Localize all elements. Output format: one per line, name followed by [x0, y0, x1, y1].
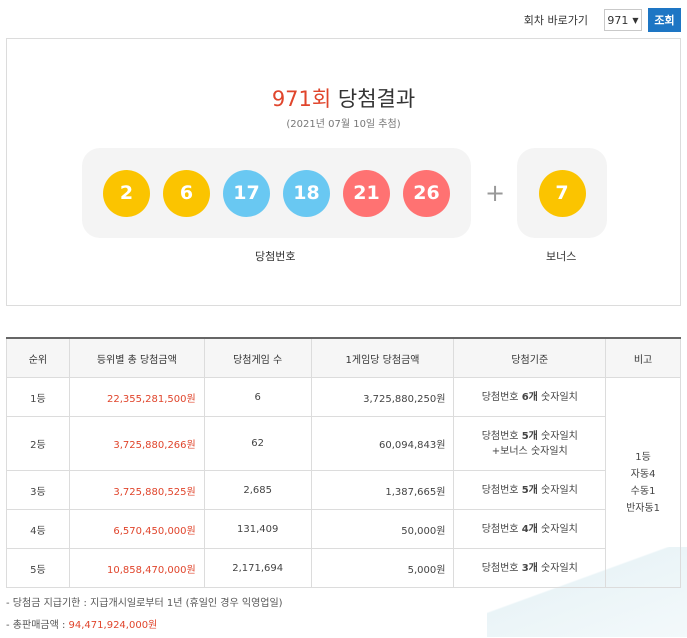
- table-row: 2등 3,725,880,266원 62 60,094,843원 당첨번호 5개…: [6, 416, 681, 471]
- rank-cell: 5등: [6, 548, 70, 588]
- criteria-cell: 당첨번호 5개 숫자일치 +보너스 숫자일치: [453, 416, 607, 471]
- winner-count-cell: 6: [203, 377, 312, 417]
- table-row: 3등 3,725,880,525원 2,685 1,387,665원 당첨번호 …: [6, 470, 681, 510]
- winning-numbers-label: 당첨번호: [255, 250, 296, 263]
- note-line: 자동4: [630, 468, 656, 480]
- total-prize-cell: 10,858,470,000원: [68, 548, 205, 588]
- rank-cell: 1등: [6, 377, 70, 417]
- criteria-cell: 당첨번호 6개 숫자일치: [453, 377, 607, 417]
- search-button[interactable]: 조회: [648, 8, 681, 32]
- round-select[interactable]: 971 ▼: [604, 9, 642, 31]
- total-prize-cell: 3,725,880,525원: [68, 470, 205, 510]
- header-note: 비고: [605, 337, 681, 378]
- total-prize-cell: 22,355,281,500원: [68, 377, 205, 417]
- header-winner-count: 당첨게임 수: [203, 337, 312, 378]
- result-title-text: 당첨결과: [331, 87, 416, 111]
- total-sales-value: 94,471,924,000원: [68, 620, 158, 631]
- criteria-count: 5개: [521, 484, 538, 496]
- winner-count-cell: 131,409: [203, 509, 312, 549]
- result-panel: 971회 당첨결과 (2021년 07월 10일 추첨) 2 6 17 18 2…: [6, 38, 681, 306]
- winner-count-cell: 2,171,694: [203, 548, 312, 588]
- note-item: - 총판매금액 : 94,471,924,000원: [6, 620, 158, 631]
- table-row: 4등 6,570,450,000원 131,409 50,000원 당첨번호 4…: [6, 509, 681, 549]
- bonus-label: 보너스: [546, 250, 577, 263]
- payout-deadline-text: 당첨금 지급기한 : 지급개시일로부터 1년 (휴일인 경우 익영업일): [12, 598, 283, 609]
- header-total-prize: 등위별 총 당첨금액: [68, 337, 205, 378]
- criteria-text: 당첨번호: [481, 391, 522, 403]
- winner-count-cell: 62: [203, 416, 312, 471]
- criteria-text: 숫자일치: [537, 562, 578, 574]
- total-prize-cell: 3,725,880,266원: [68, 416, 205, 471]
- criteria-text: 당첨번호: [481, 562, 522, 574]
- prize-per-game-cell: 60,094,843원: [310, 416, 455, 471]
- criteria-count: 4개: [521, 523, 538, 535]
- header-rank: 순위: [6, 337, 70, 378]
- criteria-text: 숫자일치: [537, 391, 578, 403]
- criteria-text: 숫자일치: [537, 523, 578, 535]
- header-criteria: 당첨기준: [453, 337, 607, 378]
- note-line: 반자동1: [626, 502, 661, 514]
- criteria-text: 숫자일치: [537, 430, 578, 442]
- round-number: 971회: [271, 87, 332, 111]
- criteria-text: 당첨번호: [481, 523, 522, 535]
- table-row: 1등 22,355,281,500원 6 3,725,880,250원 당첨번호…: [6, 377, 681, 588]
- prize-per-game-cell: 1,387,665원: [310, 470, 455, 510]
- criteria-cell: 당첨번호 5개 숫자일치: [453, 470, 607, 510]
- number-ball: 26: [403, 169, 450, 217]
- draw-date: (2021년 07월 10일 추첨): [286, 119, 401, 130]
- footer-notes: - 당첨금 지급기한 : 지급개시일로부터 1년 (휴일인 경우 익영업일) -…: [6, 594, 283, 638]
- winning-numbers: 2 6 17 18 21 26: [82, 148, 471, 238]
- number-ball: 21: [343, 169, 390, 217]
- criteria-count: 3개: [521, 562, 538, 574]
- criteria-text: 숫자일치: [537, 484, 578, 496]
- prize-per-game-cell: 5,000원: [310, 548, 455, 588]
- note-item: - 당첨금 지급기한 : 지급개시일로부터 1년 (휴일인 경우 익영업일): [6, 598, 283, 609]
- caret-down-icon: ▼: [632, 15, 639, 25]
- header-prize-per-game: 1게임당 당첨금액: [310, 337, 455, 378]
- table-header-row: 순위 등위별 총 당첨금액 당첨게임 수 1게임당 당첨금액 당첨기준 비고: [6, 337, 681, 378]
- criteria-count: 6개: [521, 391, 538, 403]
- criteria-text: 당첨번호: [481, 484, 522, 496]
- result-title: 971회 당첨결과: [7, 83, 680, 113]
- number-ball: 2: [103, 169, 150, 217]
- number-ball: 6: [163, 169, 210, 217]
- note-cell: 1등 자동4 수동1 반자동1: [605, 377, 681, 588]
- criteria-count: 5개: [521, 430, 538, 442]
- prize-table: 순위 등위별 총 당첨금액 당첨게임 수 1게임당 당첨금액 당첨기준 비고 1…: [6, 337, 681, 588]
- criteria-text: 당첨번호: [481, 430, 522, 442]
- number-ball: 18: [283, 169, 330, 217]
- note-line: 1등: [635, 451, 651, 463]
- rank-cell: 4등: [6, 509, 70, 549]
- total-sales-label: 총판매금액 :: [12, 620, 69, 631]
- round-shortcut-label: 회차 바로가기: [523, 14, 588, 27]
- number-ball: 17: [223, 169, 270, 217]
- round-navigation: 회차 바로가기 971 ▼ 조회: [524, 8, 681, 32]
- bonus-number: 7: [517, 148, 607, 238]
- total-prize-cell: 6,570,450,000원: [68, 509, 205, 549]
- bonus-ball: 7: [538, 169, 586, 217]
- criteria-cell: 당첨번호 4개 숫자일치: [453, 509, 607, 549]
- prize-per-game-cell: 50,000원: [310, 509, 455, 549]
- round-select-value: 971: [607, 13, 629, 27]
- table-row: 5등 10,858,470,000원 2,171,694 5,000원 당첨번호…: [6, 548, 681, 588]
- winner-count-cell: 2,685: [203, 470, 312, 510]
- rank-cell: 2등: [6, 416, 70, 471]
- prize-per-game-cell: 3,725,880,250원: [310, 377, 455, 417]
- note-line: 수동1: [630, 485, 656, 497]
- rank-cell: 3등: [6, 470, 70, 510]
- criteria-bonus-text: +보너스 숫자일치: [491, 445, 568, 457]
- plus-icon: +: [485, 179, 506, 207]
- criteria-cell: 당첨번호 3개 숫자일치: [453, 548, 607, 588]
